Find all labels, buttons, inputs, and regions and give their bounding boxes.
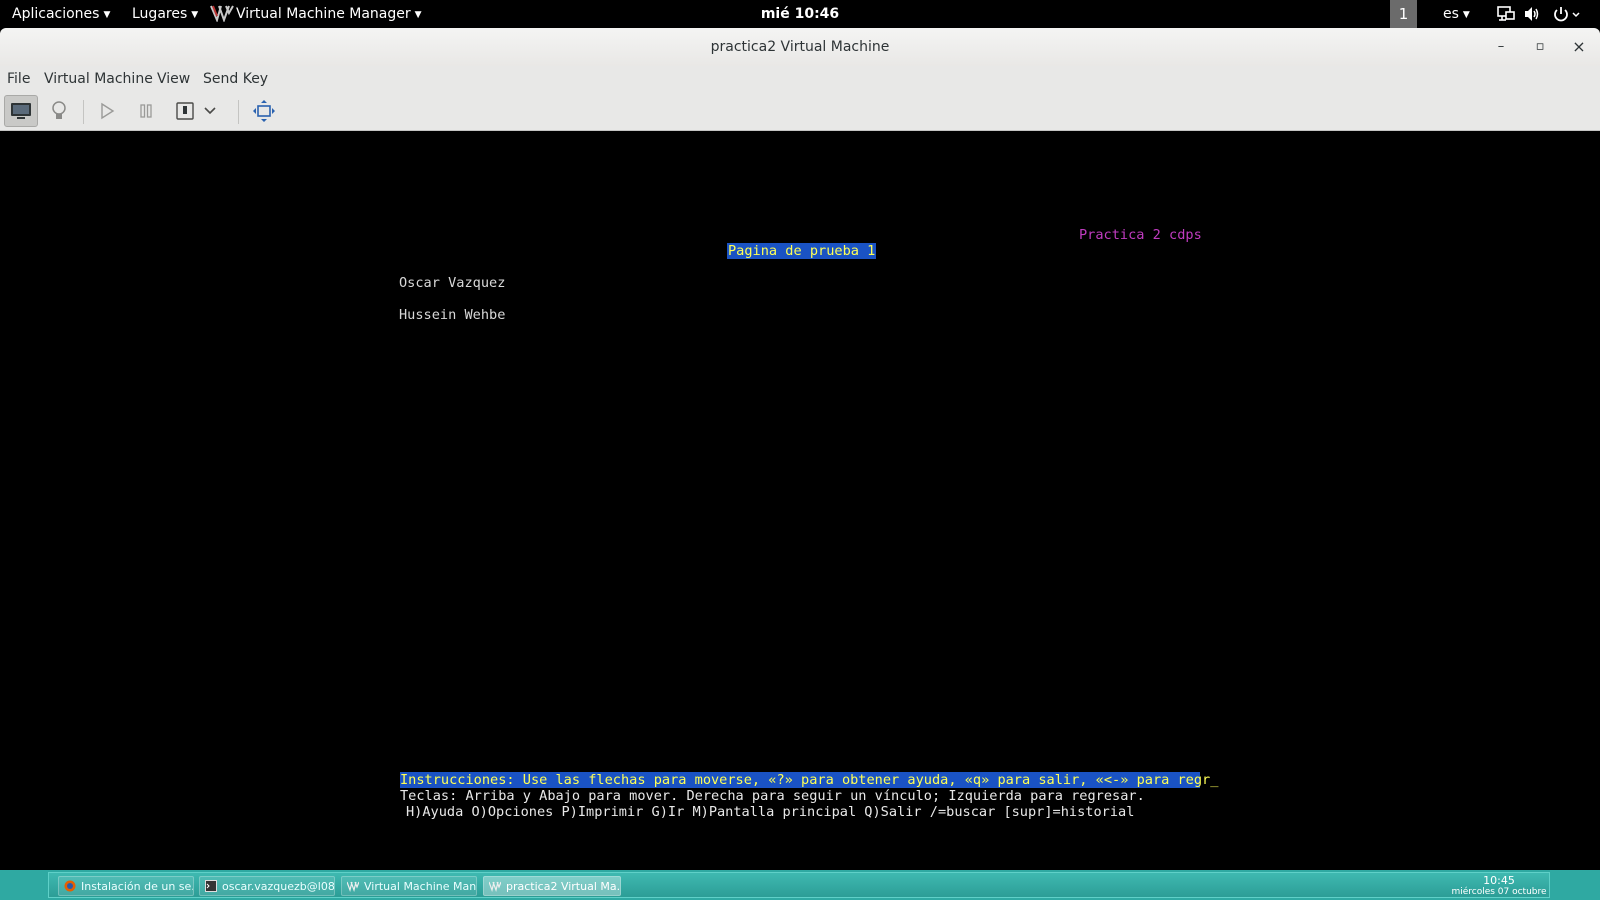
task-firefox[interactable]: Instalación de un se...: [58, 876, 194, 896]
task-practica2-console[interactable]: practica2 Virtual Ma...: [483, 876, 621, 896]
menu-bar: File Virtual Machine View Send Key: [0, 66, 1600, 92]
firefox-icon: [64, 880, 76, 892]
run-button[interactable]: [90, 95, 124, 127]
task-label: Virtual Machine Man...: [364, 880, 477, 893]
shutdown-button[interactable]: [168, 95, 202, 127]
top-bar: Aplicaciones ▼ Lugares ▼ Virtual Machine M…: [0, 0, 1600, 28]
console-commands-line: H)Ayuda O)Opciones P)Imprimir G)Ir M)Pan…: [406, 804, 1135, 820]
keyboard-layout-menu[interactable]: es ▼: [1443, 0, 1470, 28]
run-icon: [101, 102, 115, 120]
console-instructions-line: Instrucciones: Use las flechas para move…: [400, 772, 1219, 788]
clock[interactable]: mié 10:46: [0, 0, 1600, 28]
toolbar-separator: [83, 100, 84, 124]
power-icon[interactable]: [1553, 6, 1583, 22]
task-terminal[interactable]: oscar.vazquezb@l08...: [199, 876, 335, 896]
network-icon[interactable]: [1497, 6, 1515, 22]
window-list: Instalación de un se... oscar.vazquezb@l…: [48, 872, 1550, 898]
console-button[interactable]: [4, 95, 38, 127]
pause-icon: [140, 104, 152, 118]
console-corner-title: Practica 2 cdps: [1079, 227, 1202, 243]
maximize-button[interactable]: ▫: [1530, 37, 1550, 57]
task-virt-manager[interactable]: Virtual Machine Man...: [341, 876, 477, 896]
bottom-taskbar: Instalación de un se... oscar.vazquezb@l…: [0, 870, 1600, 900]
task-label: oscar.vazquezb@l08...: [222, 880, 335, 893]
terminal-icon: [205, 880, 217, 892]
details-bulb-icon: [52, 101, 66, 119]
fullscreen-icon: [253, 100, 275, 122]
window-title: practica2 Virtual Machine: [710, 39, 890, 55]
tray-clock-time[interactable]: 10:45: [1459, 874, 1539, 887]
tray-clock-date: miércoles 07 octubre: [1451, 887, 1547, 897]
vmm-icon: [347, 881, 359, 892]
menu-view[interactable]: View: [157, 66, 190, 92]
vm-window: practica2 Virtual Machine – ▫ × File Vir…: [0, 28, 1600, 870]
minimize-button[interactable]: –: [1491, 37, 1511, 57]
pause-button[interactable]: [129, 95, 163, 127]
toolbar-separator: [238, 100, 239, 124]
console-keys-line: Teclas: Arriba y Abajo para mover. Derec…: [400, 788, 1145, 804]
console-icon: [11, 103, 31, 119]
shutdown-options-dropdown[interactable]: [200, 95, 220, 127]
keyboard-caret-icon: ▼: [1462, 10, 1470, 20]
menu-virtual-machine[interactable]: Virtual Machine: [44, 66, 153, 92]
shutdown-icon: [176, 102, 194, 120]
workspace-indicator[interactable]: 1: [1390, 0, 1417, 28]
task-label: Instalación de un se...: [81, 880, 194, 893]
task-label: practica2 Virtual Ma...: [506, 880, 621, 893]
menu-send-key[interactable]: Send Key: [203, 66, 268, 92]
vm-console-display[interactable]: Practica 2 cdps Pagina de prueba 1 Oscar…: [0, 132, 1600, 870]
console-author-line: Hussein Wehbe: [399, 307, 506, 323]
details-button[interactable]: [42, 95, 76, 127]
toolbar: [0, 92, 1600, 131]
dropdown-chevron-icon: [204, 107, 216, 115]
fullscreen-button[interactable]: [247, 95, 281, 127]
menu-file[interactable]: File: [7, 66, 30, 92]
vm-console-icon: [489, 881, 501, 892]
console-author-line: Oscar Vazquez: [399, 275, 506, 291]
title-bar[interactable]: practica2 Virtual Machine – ▫ ×: [0, 28, 1600, 66]
volume-icon[interactable]: [1524, 6, 1542, 22]
keyboard-layout-label: es: [1443, 6, 1459, 22]
close-button[interactable]: ×: [1569, 37, 1589, 57]
console-page-heading: Pagina de prueba 1: [727, 243, 877, 259]
